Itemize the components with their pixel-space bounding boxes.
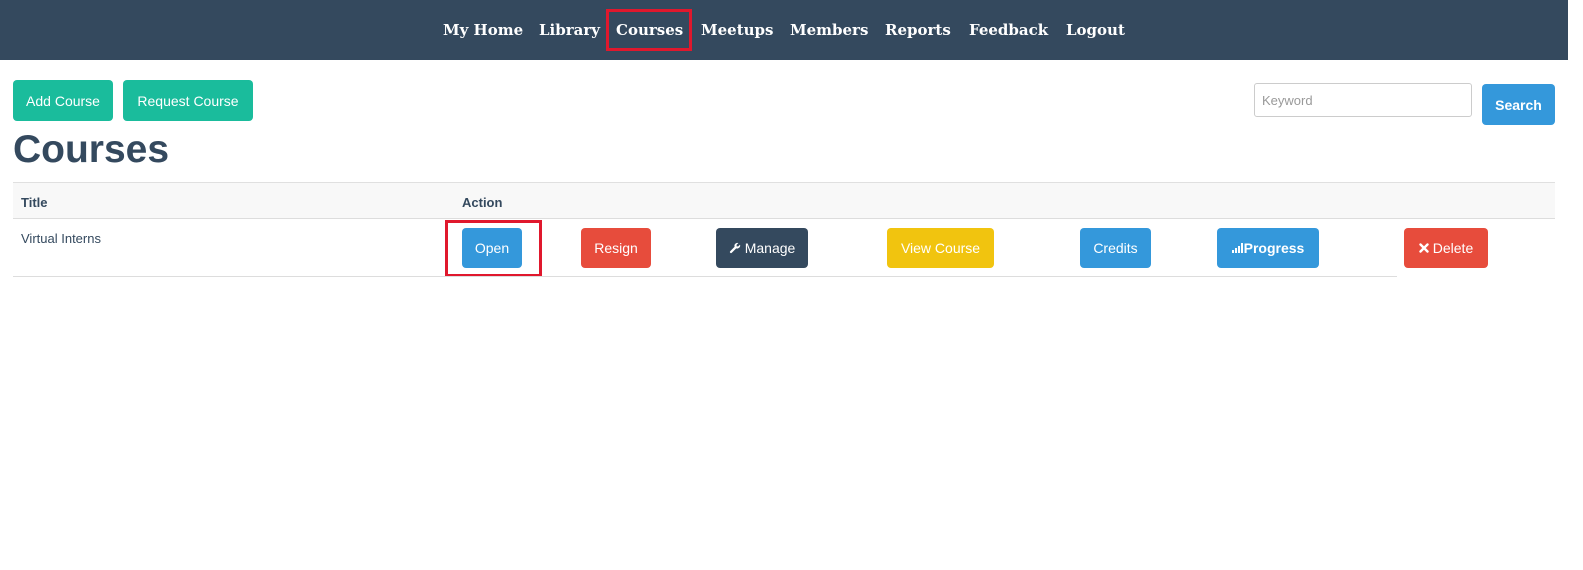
open-button-highlight-box [445, 220, 542, 277]
delete-button[interactable]: Delete [1404, 228, 1488, 268]
manage-button[interactable]: Manage [716, 228, 808, 268]
column-header-action: Action [462, 195, 503, 210]
nav-meetups[interactable]: Meetups [701, 0, 773, 60]
row-divider [13, 276, 1397, 277]
view-course-button[interactable]: View Course [887, 228, 994, 268]
nav-feedback[interactable]: Feedback [969, 0, 1048, 60]
search-button[interactable]: Search [1482, 84, 1555, 125]
resign-button[interactable]: Resign [581, 228, 651, 268]
column-header-title: Title [21, 195, 48, 210]
credits-button[interactable]: Credits [1080, 228, 1151, 268]
top-navbar: My Home Library Courses Meetups Members … [0, 0, 1568, 60]
nav-my-home[interactable]: My Home [443, 0, 523, 60]
x-mark-icon [1419, 243, 1429, 253]
course-title-cell: Virtual Interns [21, 231, 101, 246]
nav-members[interactable]: Members [790, 0, 868, 60]
delete-button-label: Delete [1432, 240, 1474, 256]
search-input[interactable] [1254, 83, 1472, 117]
wrench-icon [729, 242, 741, 254]
progress-button-label: Progress [1243, 240, 1305, 256]
request-course-button[interactable]: Request Course [123, 80, 253, 121]
page-title: Courses [13, 128, 170, 171]
nav-reports[interactable]: Reports [885, 0, 951, 60]
nav-logout[interactable]: Logout [1066, 0, 1125, 60]
add-course-button[interactable]: Add Course [13, 80, 113, 121]
nav-library[interactable]: Library [539, 0, 600, 60]
active-nav-highlight-box [606, 9, 692, 51]
progress-button[interactable]: Progress [1217, 228, 1319, 268]
signal-bars-icon [1231, 243, 1243, 253]
table-header: Title Action [13, 182, 1555, 219]
manage-button-label: Manage [744, 240, 796, 256]
